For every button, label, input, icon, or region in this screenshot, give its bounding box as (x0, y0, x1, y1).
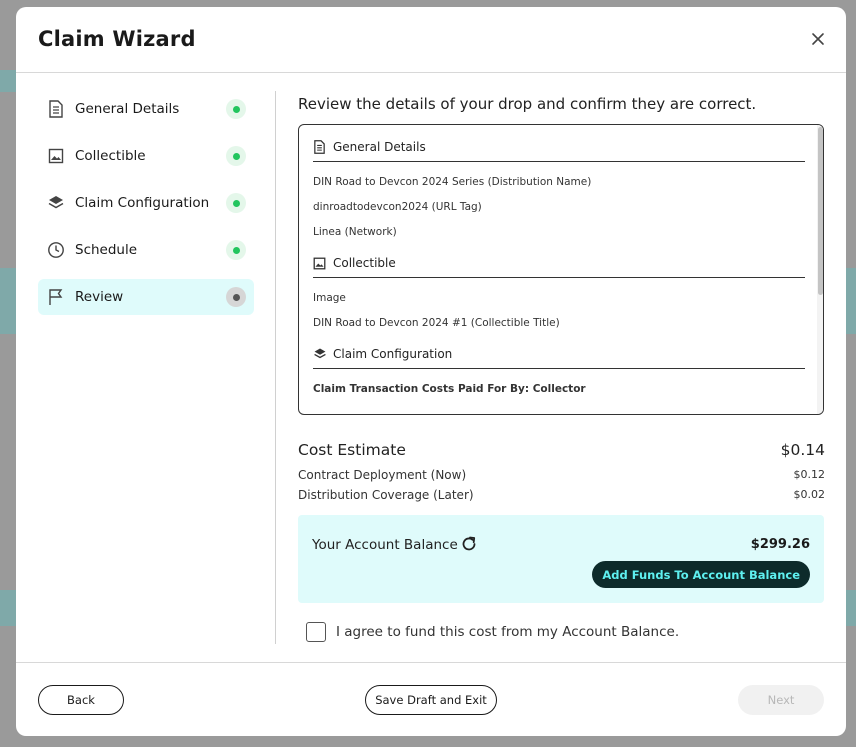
review-item: Claim Transaction Costs Paid For By: Col… (313, 383, 586, 395)
step-general-details[interactable]: General Details (38, 91, 254, 127)
cost-estimate-title: Cost Estimate (298, 441, 406, 459)
modal-footer: Back Save Draft and Exit Next (16, 662, 846, 736)
background-strip (0, 268, 16, 334)
agree-checkbox[interactable] (306, 622, 326, 642)
back-button[interactable]: Back (38, 685, 124, 715)
step-label: General Details (75, 101, 180, 117)
next-button[interactable]: Next (738, 685, 824, 715)
add-funds-button[interactable]: Add Funds To Account Balance (592, 561, 810, 588)
clock-icon (47, 241, 65, 259)
document-icon (47, 100, 65, 118)
section-claim-configuration: Claim Configuration (313, 342, 805, 369)
claim-wizard-modal: Claim Wizard General Details Collectible… (16, 7, 846, 736)
cost-estimate-row: Cost Estimate $0.14 (298, 441, 825, 459)
document-icon (313, 140, 327, 154)
background-strip (0, 590, 16, 626)
review-summary-box[interactable]: General Details DIN Road to Devcon 2024 … (298, 124, 824, 415)
wizard-steps: General Details Collectible Claim Config… (38, 91, 254, 326)
step-complete-indicator (226, 99, 246, 119)
background-strip (0, 70, 16, 92)
cost-row: Contract Deployment (Now) $0.12 (298, 468, 825, 482)
close-icon[interactable] (808, 29, 828, 49)
review-item: dinroadtodevcon2024 (URL Tag) (313, 201, 482, 213)
step-collectible[interactable]: Collectible (38, 138, 254, 174)
review-item: DIN Road to Devcon 2024 #1 (Collectible … (313, 317, 560, 329)
section-heading: Collectible (333, 256, 396, 270)
step-complete-indicator (226, 146, 246, 166)
step-label: Review (75, 289, 124, 305)
step-label: Collectible (75, 148, 146, 164)
cost-value: $0.02 (793, 488, 826, 501)
layers-icon (47, 194, 65, 212)
agree-label: I agree to fund this cost from my Accoun… (336, 624, 680, 640)
vertical-divider (275, 91, 276, 644)
step-claim-configuration[interactable]: Claim Configuration (38, 185, 254, 221)
cost-row: Distribution Coverage (Later) $0.02 (298, 488, 825, 502)
step-complete-indicator (226, 240, 246, 260)
review-item: Linea (Network) (313, 226, 397, 238)
flag-icon (47, 288, 65, 306)
account-balance-panel: Your Account Balance $299.26 Add Funds T… (298, 515, 824, 603)
balance-value: $299.26 (750, 537, 810, 552)
modal-title: Claim Wizard (38, 27, 196, 51)
background-strip (846, 590, 856, 626)
refresh-icon[interactable] (460, 535, 478, 553)
review-item: DIN Road to Devcon 2024 Series (Distribu… (313, 176, 592, 188)
cost-label: Contract Deployment (Now) (298, 468, 467, 482)
step-current-indicator (226, 287, 246, 307)
step-schedule[interactable]: Schedule (38, 232, 254, 268)
image-icon (47, 147, 65, 165)
step-label: Claim Configuration (75, 195, 210, 211)
scrollbar-thumb[interactable] (818, 127, 823, 295)
section-collectible: Collectible (313, 251, 805, 278)
image-icon (313, 256, 327, 270)
step-label: Schedule (75, 242, 138, 258)
review-item: Image (313, 292, 346, 304)
section-heading: General Details (333, 140, 426, 154)
section-heading: Claim Configuration (333, 347, 453, 361)
modal-header: Claim Wizard (16, 7, 846, 73)
layers-icon (313, 347, 327, 361)
background-strip (846, 268, 856, 334)
step-complete-indicator (226, 193, 246, 213)
agree-row: I agree to fund this cost from my Accoun… (306, 622, 679, 642)
step-review[interactable]: Review (38, 279, 254, 315)
section-general-details: General Details (313, 135, 805, 162)
balance-label: Your Account Balance (312, 537, 458, 553)
review-content: Review the details of your drop and conf… (298, 91, 825, 642)
review-intro: Review the details of your drop and conf… (298, 95, 757, 113)
cost-label: Distribution Coverage (Later) (298, 488, 474, 502)
cost-estimate-total: $0.14 (780, 441, 825, 459)
save-draft-button[interactable]: Save Draft and Exit (365, 685, 497, 715)
cost-value: $0.12 (793, 468, 826, 481)
